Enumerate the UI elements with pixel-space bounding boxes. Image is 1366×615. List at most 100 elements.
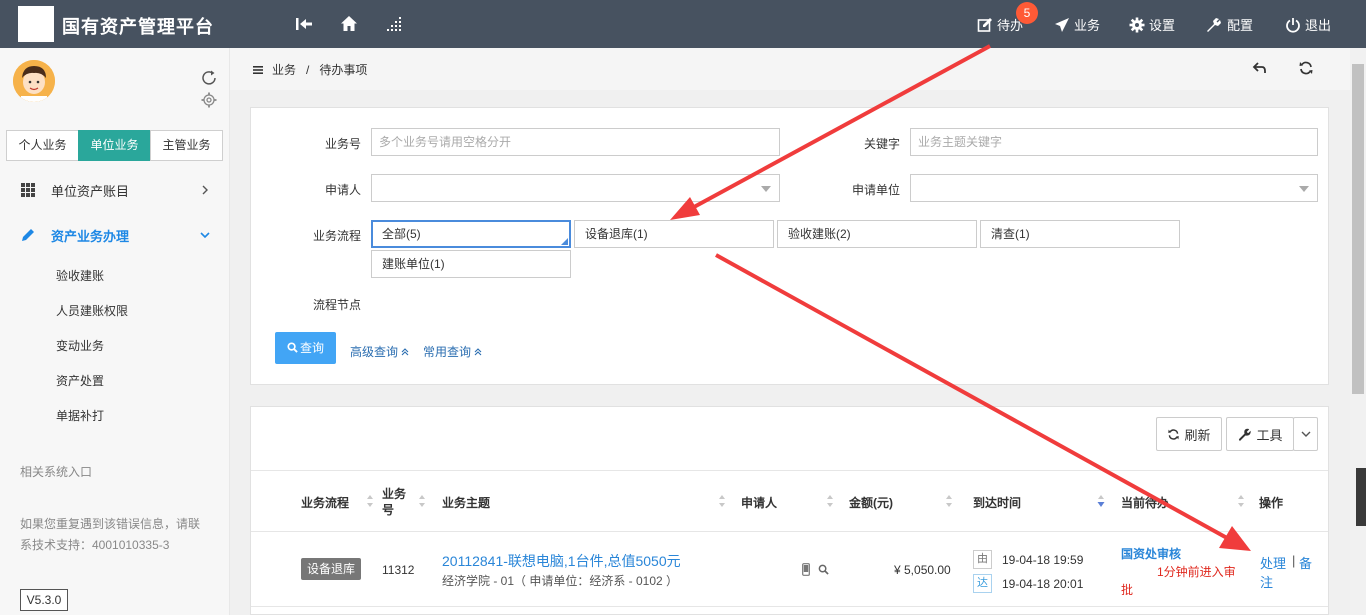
flow-option-acceptance[interactable]: 验收建账(2) xyxy=(777,220,977,248)
app-logo xyxy=(18,6,54,42)
flow-option-all[interactable]: 全部(5) xyxy=(371,220,571,248)
column-header-business-no[interactable]: 业务号 xyxy=(382,486,408,518)
flow-option-inventory[interactable]: 清查(1) xyxy=(980,220,1180,248)
amount-cell: ¥ 5,050.00 xyxy=(894,563,951,577)
column-header-current-node[interactable]: 当前待办 xyxy=(1121,494,1169,511)
tools-button[interactable]: 工具 xyxy=(1226,417,1294,451)
sort-icon[interactable] xyxy=(418,494,426,508)
paper-plane-icon xyxy=(1055,17,1069,32)
flow-label: 业务流程 xyxy=(312,229,361,243)
search-icon[interactable] xyxy=(818,564,829,575)
config-label: 配置 xyxy=(1227,18,1254,33)
business-no-placeholder: 多个业务号请用空格分开 xyxy=(379,135,512,149)
sidebar-subitem-change[interactable]: 变动业务 xyxy=(56,337,104,354)
top-navbar: 国有资产管理平台 待办 5 业务 设置 配置 退出 xyxy=(0,0,1366,48)
sort-icon[interactable] xyxy=(945,494,953,508)
common-query-label: 常用查询 xyxy=(423,345,472,359)
logout-menu[interactable]: 退出 xyxy=(1285,15,1331,34)
power-icon xyxy=(1286,17,1300,33)
tab-unit[interactable]: 单位业务 xyxy=(78,130,151,161)
unit-select[interactable] xyxy=(910,174,1318,202)
menu-icon[interactable] xyxy=(252,64,264,76)
column-header-flow[interactable]: 业务流程 xyxy=(301,494,349,511)
breadcrumb-root[interactable]: 业务 xyxy=(272,61,296,78)
current-node-link[interactable]: 国资处审核 xyxy=(1121,545,1181,562)
sidebar-item-asset-ledger[interactable]: 单位资产账目 xyxy=(0,175,230,205)
applicant-label: 申请人 xyxy=(324,183,361,197)
collapse-sidebar-icon[interactable] xyxy=(294,14,314,34)
tools-dropdown-toggle[interactable] xyxy=(1293,417,1318,451)
config-menu[interactable]: 配置 xyxy=(1205,15,1253,34)
advanced-query-link[interactable]: 高级查询 xyxy=(350,343,409,360)
note-link[interactable]: 备 xyxy=(1299,553,1312,572)
column-header-subject[interactable]: 业务主题 xyxy=(442,494,490,511)
table-header-divider xyxy=(251,531,1328,532)
avatar[interactable] xyxy=(13,60,55,102)
applicant-select[interactable] xyxy=(371,174,780,202)
mobile-phone-icon[interactable] xyxy=(802,563,810,576)
note-link-wrap[interactable]: 注 xyxy=(1260,572,1273,591)
column-header-applicant[interactable]: 申请人 xyxy=(741,494,777,511)
tools-button-label: 工具 xyxy=(1256,427,1283,443)
action-separator: | xyxy=(1292,553,1296,568)
business-label: 业务 xyxy=(1074,18,1101,33)
arrive-time: 19-04-18 20:01 xyxy=(1002,577,1084,591)
gear-icon xyxy=(1129,17,1145,32)
scrollbar-thumb[interactable] xyxy=(1352,64,1364,394)
arrive-time-tag: 达 xyxy=(973,574,992,593)
sidebar-subitem-acceptance[interactable]: 验收建账 xyxy=(56,267,104,284)
flow-option-label: 全部(5) xyxy=(382,227,421,241)
flow-option-equipment-return[interactable]: 设备退库(1) xyxy=(574,220,774,248)
subject-link[interactable]: 20112841-联想电脑,1台件,总值5050元 xyxy=(442,551,681,571)
column-header-amount[interactable]: 金额(元) xyxy=(849,494,893,511)
sort-icon[interactable] xyxy=(826,494,834,508)
flow-option-unit-setup[interactable]: 建账单位(1) xyxy=(371,250,571,278)
column-header-arrival-time[interactable]: 到达时间 xyxy=(973,494,1021,511)
sidebar-subitem-reprint[interactable]: 单据补打 xyxy=(56,407,104,424)
sidebar-subitem-disposal[interactable]: 资产处置 xyxy=(56,372,104,389)
tab-supervisor[interactable]: 主管业务 xyxy=(150,130,223,161)
node-label: 流程节点 xyxy=(312,298,361,312)
sort-icon[interactable] xyxy=(718,494,726,508)
support-text-line1: 如果您重复遇到该错误信息，请联 xyxy=(20,517,201,531)
breadcrumb-current: 待办事项 xyxy=(319,63,368,77)
subject-detail: 经济学院 - 01（ 申请单位：经济系 - 0102 ） xyxy=(442,574,679,588)
tab-personal[interactable]: 个人业务 xyxy=(6,130,79,161)
column-header-action: 操作 xyxy=(1259,496,1284,510)
reload-icon[interactable] xyxy=(1298,60,1314,76)
side-widget-handle[interactable] xyxy=(1356,468,1366,526)
sidebar: 个人业务 单位业务 主管业务 单位资产账目 资产业务办理 验收建账 人员建账权限… xyxy=(0,48,230,615)
double-chevron-up-icon xyxy=(401,348,409,356)
app-title: 国有资产管理平台 xyxy=(62,17,214,38)
business-no-input[interactable]: 多个业务号请用空格分开 xyxy=(371,128,780,156)
grid-icon xyxy=(21,183,35,197)
todo-menu[interactable]: 待办 xyxy=(977,15,1023,34)
dots-signal-icon[interactable] xyxy=(386,14,406,34)
refresh-button[interactable]: 刷新 xyxy=(1156,417,1222,451)
breadcrumb-separator: / xyxy=(306,62,310,77)
sort-icon[interactable] xyxy=(366,494,374,508)
chevron-down-icon xyxy=(761,186,771,192)
business-no-label: 业务号 xyxy=(324,137,361,151)
settings-label: 设置 xyxy=(1149,18,1176,33)
sort-desc-icon[interactable] xyxy=(1097,494,1105,508)
related-systems-link[interactable]: 相关系统入口 xyxy=(20,462,92,483)
home-icon[interactable] xyxy=(339,14,359,34)
settings-menu[interactable]: 设置 xyxy=(1129,15,1175,34)
refresh-icon[interactable] xyxy=(200,69,218,87)
process-link[interactable]: 处理 xyxy=(1260,553,1286,572)
gear-icon[interactable] xyxy=(200,91,218,109)
table-row-divider xyxy=(251,606,1328,607)
sidebar-subitem-staff-permission[interactable]: 人员建账权限 xyxy=(56,302,128,319)
sort-icon[interactable] xyxy=(1237,494,1245,508)
logout-label: 退出 xyxy=(1305,18,1332,33)
keyword-input[interactable]: 业务主题关键字 xyxy=(910,128,1318,156)
back-icon[interactable] xyxy=(1252,60,1268,76)
common-query-link[interactable]: 常用查询 xyxy=(423,343,482,360)
query-button[interactable]: 查询 xyxy=(275,332,336,364)
pencil-icon xyxy=(22,229,34,241)
business-menu[interactable]: 业务 xyxy=(1054,15,1100,34)
sidebar-item-asset-business[interactable]: 资产业务办理 xyxy=(0,220,230,250)
table-top-divider xyxy=(251,470,1328,471)
sidebar-item-label: 单位资产账目 xyxy=(51,183,130,199)
